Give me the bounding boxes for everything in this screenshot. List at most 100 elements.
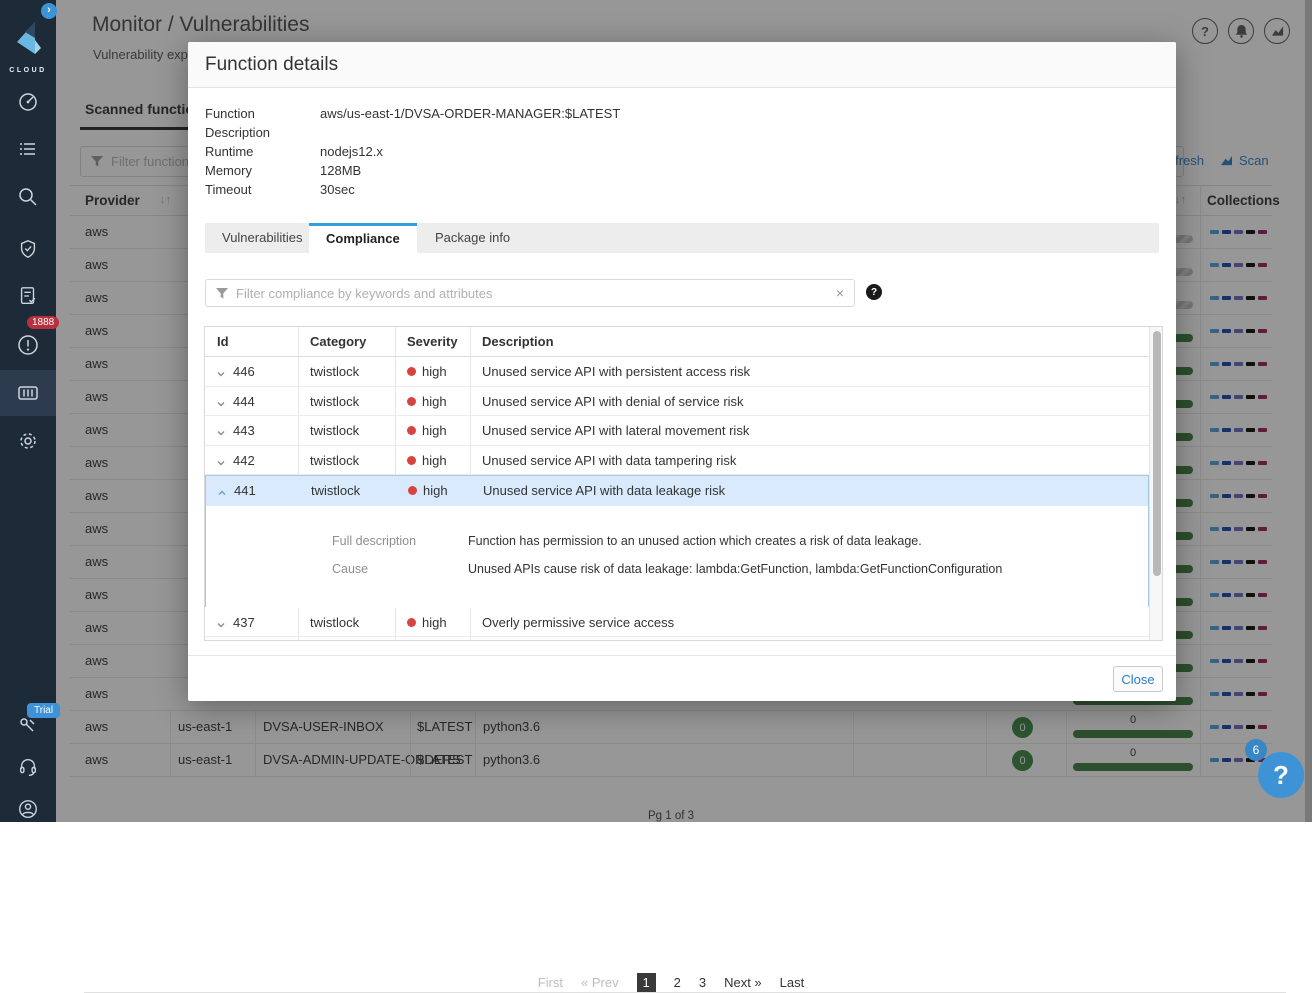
- compliance-filter-placeholder: Filter compliance by keywords and attrib…: [236, 285, 493, 301]
- column-header-description[interactable]: Description: [482, 334, 554, 349]
- full-description-value: Function has permission to an unused act…: [468, 533, 922, 548]
- pagination: First « Prev 1 2 3 Next » Last: [70, 973, 1272, 992]
- pagination-last[interactable]: Last: [780, 975, 805, 990]
- chevron-up-icon[interactable]: [217, 486, 227, 501]
- compliance-table: Id Category Severity Description 446 twi…: [204, 326, 1163, 641]
- cell-description: Unused service API with denial of servic…: [482, 393, 744, 409]
- shield-check-icon: [20, 240, 36, 259]
- detail-label: Memory: [205, 163, 252, 178]
- compliance-row-443[interactable]: 443 twistlock high Unused service API wi…: [205, 416, 1149, 446]
- help-widget-button[interactable]: ?: [1258, 752, 1304, 798]
- severity-high-dot: [407, 396, 416, 406]
- cell-category: twistlock: [310, 423, 360, 438]
- severity-high-dot: [407, 367, 416, 376]
- sidebar: CLOUD › 1888 Trial: [0, 0, 61, 822]
- cell-category: twistlock: [310, 393, 360, 409]
- column-header-category[interactable]: Category: [310, 334, 366, 349]
- chevron-down-icon[interactable]: [216, 426, 226, 441]
- table-scrollbar[interactable]: [1149, 327, 1162, 640]
- detail-timeout: Timeout 30sec: [205, 180, 1005, 199]
- cell-severity: high: [422, 393, 447, 409]
- sidebar-item-compliance[interactable]: [0, 273, 56, 319]
- filter-help-icon[interactable]: ?: [866, 284, 882, 300]
- column-header-id[interactable]: Id: [217, 334, 229, 349]
- sidebar-item-policies[interactable]: [0, 126, 56, 172]
- brand-logo-text: CLOUD: [9, 67, 47, 74]
- prisma-cloud-logo-icon: [17, 22, 41, 54]
- policies-icon: [20, 143, 35, 155]
- detail-value: nodejs12.x: [320, 144, 383, 159]
- sidebar-item-containers[interactable]: [0, 370, 56, 416]
- cell-severity: high: [422, 364, 447, 379]
- cell-description: Unused service API with persistent acces…: [482, 364, 751, 379]
- sidebar-item-settings[interactable]: [0, 418, 56, 464]
- modal-footer: Close: [188, 655, 1176, 701]
- detail-memory: Memory 128MB: [205, 161, 1005, 180]
- severity-high-dot: [407, 426, 416, 435]
- cell-id: 441: [234, 483, 256, 498]
- detail-label: Function: [205, 106, 255, 121]
- detail-value: 30sec: [320, 182, 355, 197]
- compliance-row-441-selected[interactable]: 441 twistlock high Unused service API wi…: [206, 476, 1148, 506]
- search-icon: [19, 188, 37, 206]
- cell-severity: high: [423, 483, 448, 498]
- tab-vulnerabilities[interactable]: Vulnerabilities: [205, 223, 319, 253]
- chevron-down-icon[interactable]: [216, 397, 226, 412]
- cell-id: 444: [233, 393, 255, 409]
- cell-description: Overly permissive service access: [482, 614, 675, 630]
- pagination-page-2[interactable]: 2: [674, 975, 681, 990]
- cell-category: twistlock: [310, 452, 360, 468]
- detail-function: Function aws/us-east-1/DVSA-ORDER-MANAGE…: [205, 104, 1005, 123]
- headset-icon: [19, 758, 37, 776]
- pagination-page-1[interactable]: 1: [636, 973, 656, 992]
- pagination-prev[interactable]: « Prev: [581, 975, 619, 990]
- detail-value: aws/us-east-1/DVSA-ORDER-MANAGER:$LATEST: [320, 106, 621, 121]
- gear-icon: [20, 433, 36, 449]
- sidebar-item-search[interactable]: [0, 174, 56, 220]
- compliance-row-442[interactable]: 442 twistlock high Unused service API wi…: [205, 446, 1149, 475]
- filter-funnel-icon: [216, 287, 228, 298]
- compliance-filter-input[interactable]: Filter compliance by keywords and attrib…: [205, 279, 855, 307]
- sidebar-expand-toggle[interactable]: ›: [41, 3, 57, 19]
- cause-value: Unused APIs cause risk of data leakage: …: [468, 561, 1003, 576]
- cell-description: Unused service API with lateral movement…: [482, 423, 750, 438]
- sidebar-item-support[interactable]: [0, 744, 56, 790]
- full-description-label: Full description: [332, 533, 417, 548]
- detail-value: 128MB: [320, 163, 362, 178]
- pagination-page-3[interactable]: 3: [699, 975, 706, 990]
- chevron-down-icon[interactable]: [216, 618, 226, 633]
- containers-icon: [18, 386, 38, 400]
- chevron-down-icon[interactable]: [216, 456, 226, 471]
- tab-compliance[interactable]: Compliance: [309, 223, 417, 253]
- detail-label: Timeout: [205, 182, 252, 197]
- column-header-severity[interactable]: Severity: [407, 334, 458, 349]
- compliance-row-446[interactable]: 446 twistlock high Unused service API wi…: [205, 357, 1149, 387]
- compliance-row-441-group: 441 twistlock high Unused service API wi…: [205, 475, 1149, 608]
- cell-id: 442: [233, 452, 255, 468]
- compliance-row-444[interactable]: 444 twistlock high Unused service API wi…: [205, 387, 1149, 416]
- table-scrollbar-thumb[interactable]: [1153, 331, 1161, 576]
- detail-runtime: Runtime nodejs12.x: [205, 142, 1005, 161]
- chevron-down-icon[interactable]: [216, 367, 226, 382]
- severity-high-dot: [407, 617, 416, 627]
- pagination-first[interactable]: First: [538, 975, 563, 990]
- brand-logo: CLOUD: [0, 20, 56, 74]
- clear-filter-icon[interactable]: ×: [836, 285, 844, 301]
- sidebar-item-defend[interactable]: [0, 226, 56, 272]
- cell-description: Unused service API with data leakage ris…: [483, 483, 726, 498]
- sidebar-item-user[interactable]: [0, 786, 56, 832]
- tab-package-info[interactable]: Package info: [418, 223, 527, 253]
- row-441-expanded-details: Full description Function has permission…: [206, 505, 1148, 608]
- cell-category: twistlock: [310, 364, 360, 379]
- cell-category: twistlock: [311, 483, 361, 498]
- modal-tabs: Vulnerabilities Compliance Package info: [205, 223, 1159, 253]
- trial-badge: Trial: [27, 703, 61, 718]
- sidebar-item-radar[interactable]: [0, 79, 56, 125]
- pagination-next[interactable]: Next »: [724, 975, 762, 990]
- compliance-row-437[interactable]: 437 twistlock high Overly permissive ser…: [205, 608, 1149, 637]
- cell-category: twistlock: [310, 614, 360, 630]
- detail-label: Runtime: [205, 144, 254, 159]
- alerts-count-badge: 1888: [27, 316, 60, 329]
- close-button[interactable]: Close: [1113, 666, 1163, 692]
- cause-label: Cause: [332, 561, 369, 576]
